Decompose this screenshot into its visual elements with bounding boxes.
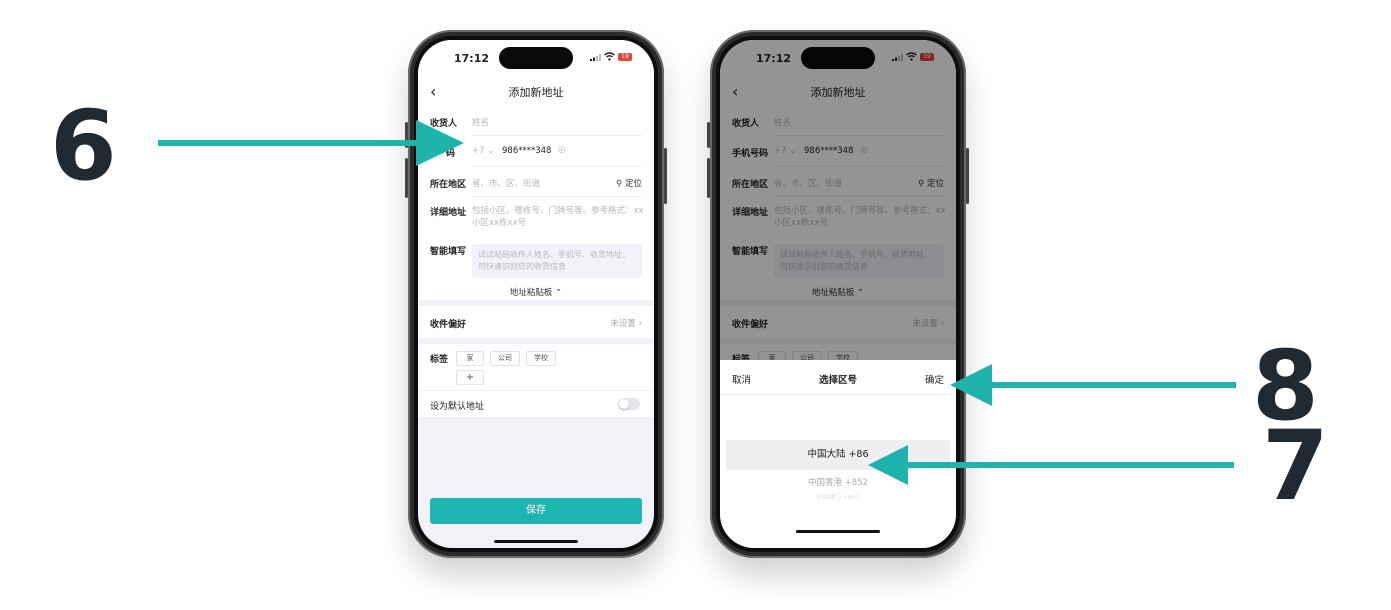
detail-placeholder-1: 包括小区、楼栋号、门牌号等。参考格式：xx (472, 206, 644, 216)
status-bar: 17:12 19 (418, 40, 654, 74)
nav-bar: ‹ 添加新地址 (418, 74, 654, 108)
recipient-name-input[interactable]: 姓名 (472, 116, 489, 128)
arrow-step-8 (950, 364, 1236, 406)
clipboard-toggle[interactable]: 地址粘贴板 ⌃ (418, 286, 654, 298)
page-title: 添加新地址 (508, 86, 564, 99)
sheet-title: 选择区号 (818, 375, 857, 386)
phone-left: 17:12 19 ‹ 添加新地址 收货人 姓名 码 +7 ⌄ 986****34… (405, 30, 667, 558)
arrow-step-6 (158, 120, 464, 166)
phone-input[interactable]: 986****348 (502, 146, 551, 156)
region-input[interactable]: 省、市、区、街道 (472, 177, 540, 189)
default-address-row: 设为默认地址 (418, 390, 654, 417)
arrow-step-7 (868, 445, 1234, 485)
tags-section: 标签 家 公司 学校 + (418, 344, 654, 390)
save-button[interactable]: 保存 (430, 498, 642, 524)
smart-fill-input[interactable]: 试试粘贴收件人姓名、手机号、收货地址， 可快速识别您的收货信息 (472, 244, 642, 278)
picker-option[interactable]: 中国澳门 +853 (726, 488, 950, 508)
sheet-header: 取消 选择区号 确定 (720, 360, 956, 395)
preference-label: 收件偏好 (430, 320, 467, 330)
default-toggle[interactable] (618, 398, 640, 410)
smart-placeholder-1: 试试粘贴收件人姓名、手机号、收货地址， (478, 250, 630, 259)
signal-icon (590, 54, 601, 61)
tag-school[interactable]: 学校 (526, 351, 556, 366)
chevron-up-icon: ⌃ (555, 288, 563, 298)
detail-label: 详细地址 (430, 208, 467, 218)
eye-icon[interactable]: ☉ (558, 146, 566, 156)
home-indicator (494, 540, 578, 543)
screen-add-address: 17:12 19 ‹ 添加新地址 收货人 姓名 码 +7 ⌄ 986****34… (418, 40, 654, 548)
tags-label: 标签 (430, 355, 449, 365)
preference-row[interactable]: 收件偏好 未设置 › (418, 306, 654, 338)
add-tag-button[interactable]: + (456, 370, 484, 385)
wifi-icon (604, 52, 615, 61)
detail-placeholder-2: 小区xx栋xx号 (472, 218, 527, 228)
tag-company[interactable]: 公司 (490, 351, 520, 366)
smart-fill-label: 智能填写 (430, 247, 467, 257)
step-number-7: 7 (1262, 410, 1329, 522)
locate-label: 定位 (624, 179, 642, 189)
tag-home[interactable]: 家 (456, 351, 484, 366)
detail-input[interactable]: 包括小区、楼栋号、门牌号等。参考格式：xx 小区xx栋xx号 (472, 205, 644, 229)
preference-value: 未设置 › (610, 319, 642, 329)
confirm-button[interactable]: 确定 (925, 372, 944, 386)
country-code: +7 (472, 146, 485, 156)
battery-icon: 19 (618, 53, 632, 61)
region-label: 所在地区 (430, 180, 467, 190)
status-time: 17:12 (454, 52, 490, 65)
smart-placeholder-2: 可快速识别您的收货信息 (478, 262, 566, 271)
locate-button[interactable]: ⚲ 定位 (616, 177, 642, 189)
country-code-selector[interactable]: +7 ⌄ (472, 146, 494, 156)
default-label: 设为默认地址 (430, 402, 485, 412)
step-number-6: 6 (50, 90, 117, 202)
clipboard-label: 地址粘贴板 (509, 288, 553, 298)
dynamic-island (499, 47, 573, 69)
home-indicator (796, 530, 880, 533)
location-pin-icon: ⚲ (616, 179, 623, 189)
